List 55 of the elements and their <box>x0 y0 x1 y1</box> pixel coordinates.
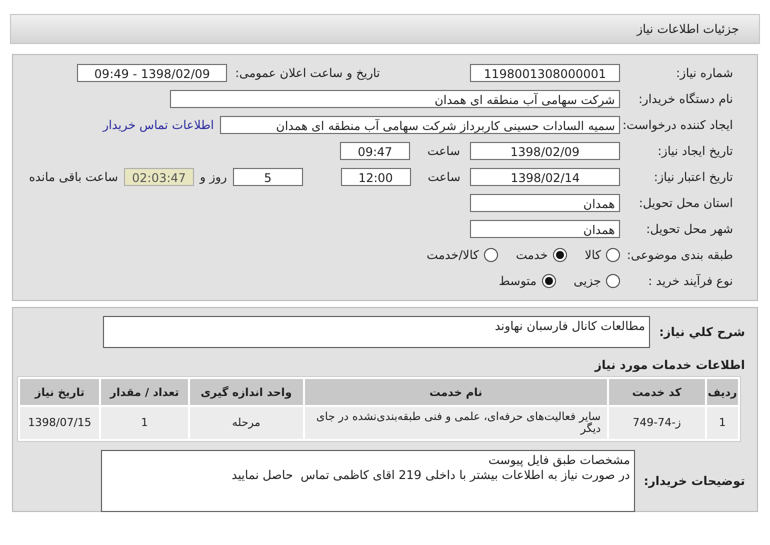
announce-date-field: 1398/02/09 - 09:49 <box>77 64 228 82</box>
requester-field: سمیه السادات حسینی کاربرداز شرکت سهامی آب منطقه ای همدان <box>220 116 620 134</box>
radio-button[interactable] <box>606 248 620 262</box>
table-cell: 1398/07/15 <box>20 407 100 439</box>
radio-label: کالا/خدمت <box>426 248 479 262</box>
province-field: همدان <box>470 194 620 212</box>
field-label: شرح کلي نياز: <box>658 325 745 339</box>
city-field: همدان <box>470 220 620 238</box>
field-label: استان محل تحویل: <box>638 196 734 210</box>
radio-button[interactable] <box>542 274 556 288</box>
field-label: نام دستگاه خریدار: <box>638 92 734 106</box>
radio-label: جزیی <box>574 274 601 288</box>
field-label: ساعت <box>426 144 461 158</box>
buyer-org-field: شرکت سهامی آب منطقه ای همدان <box>170 90 620 108</box>
field-label: ساعت باقی مانده <box>29 170 118 184</box>
page-title: جزئیات اطلاعات نیاز <box>636 22 739 36</box>
field-label: شماره نیاز: <box>675 66 734 80</box>
buyer-contact-link[interactable]: اطلاعات تماس خریدار <box>102 118 214 132</box>
table-cell: 1 <box>101 407 188 439</box>
column-header: تعداد / مقدار <box>101 379 188 405</box>
column-header: کد خدمت <box>608 379 705 405</box>
table-cell: مرحله <box>190 407 303 439</box>
column-header: تاریخ نیاز <box>20 379 100 405</box>
field-label: نوع فرآیند خرید : <box>647 274 734 288</box>
column-header: نام خدمت <box>304 379 607 405</box>
field-label: طبقه بندی موضوعی: <box>626 248 734 262</box>
buyer-notes-field: مشخصات طبق فایل پیوست در صورت نیاز به اطلاعات بیشتر با داخلی 219 اقای کاظمی تماس حاصل نمایید <box>101 450 635 512</box>
table-cell: سایر فعالیت‌های حرفه‌ای، علمی و فنی طبقه‌بندی‌نشده در جای دیگر <box>304 407 607 439</box>
remaining-time-field: 02:03:47 <box>124 168 194 186</box>
radio-button[interactable] <box>552 248 567 262</box>
column-header: ردیف <box>706 379 738 405</box>
table-cell: ز-74-749 <box>608 407 705 439</box>
created-time-field: 09:47 <box>340 142 410 160</box>
created-date-field: 1398/02/09 <box>470 142 620 160</box>
radio-button[interactable] <box>606 274 620 288</box>
field-label: شهر محل تحویل: <box>645 222 734 236</box>
field-label: تاریخ ایجاد نیاز: <box>656 144 734 158</box>
field-label: ساعت <box>426 170 462 184</box>
radio-button[interactable] <box>484 248 498 262</box>
summary-field: مطالعات کانال فارسبان نهاوند <box>103 316 650 348</box>
field-label: روز و <box>200 170 227 184</box>
validity-time-field: 12:00 <box>340 168 411 186</box>
field-label: تاریخ و ساعت اعلان عمومی: <box>235 66 380 80</box>
field-label: تاریخ اعتبار نیاز: <box>652 170 734 184</box>
table-cell: 1 <box>706 407 738 439</box>
field-label: توضیحات خریدار: <box>642 474 745 488</box>
radio-label: خدمت <box>516 248 548 262</box>
need-number-field: 1198001308000001 <box>470 64 620 82</box>
radio-label: متوسط <box>498 274 537 288</box>
radio-label: کالا <box>584 248 601 262</box>
column-header: واحد اندازه گیری <box>190 379 303 405</box>
validity-date-field: 1398/02/14 <box>470 168 620 186</box>
days-field: 5 <box>232 168 303 186</box>
section-title: اطلاعات خدمات مورد نیاز <box>593 358 745 372</box>
field-label: ایجاد کننده درخواست: <box>621 118 734 132</box>
